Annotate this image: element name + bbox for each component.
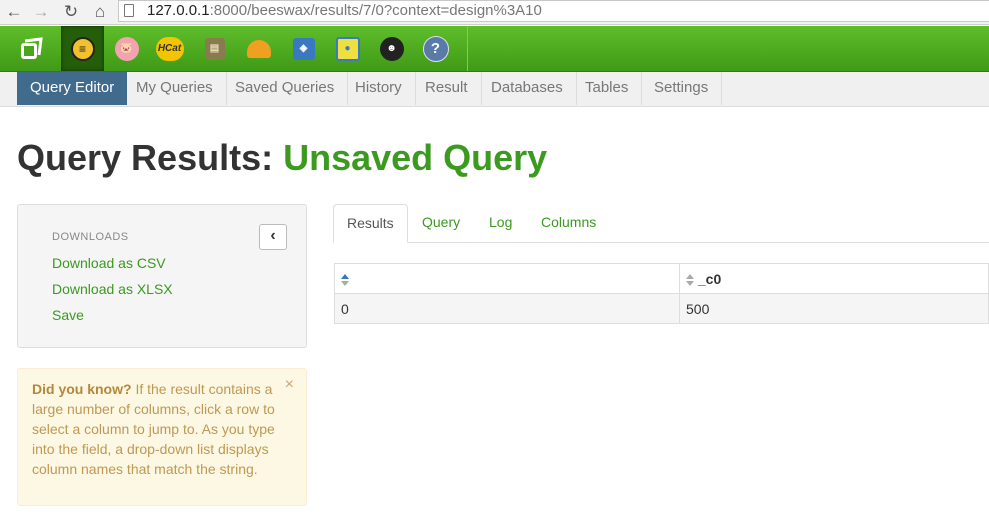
table-cell: 500 [679,293,989,324]
did-you-know-tip: Did you know? If the result contains a l… [17,368,307,506]
nav-result[interactable]: Result [412,72,482,105]
column-header-c0[interactable]: _c0 [679,263,989,294]
oozie-icon[interactable]: ● [326,26,369,71]
url-host: 127.0.0.1 [147,2,210,19]
nav-tables[interactable]: Tables [572,72,643,105]
nav-settings[interactable]: Settings [641,72,723,105]
job-designer-icon[interactable] [237,26,280,71]
job-browser-icon[interactable]: ◈ [282,26,325,71]
column-header-label: _c0 [697,270,722,287]
nav-my-queries[interactable]: My Queries [123,72,227,105]
tab-results[interactable]: Results [333,204,408,243]
page-title: Query Results: Unsaved Query [17,137,547,179]
reload-icon[interactable]: ↻ [61,2,81,22]
table-header-row: _c0 [334,263,989,294]
downloads-panel: DOWNLOADS Download as CSV Download as XL… [17,204,307,348]
download-xlsx-link[interactable]: Download as XLSX [52,281,173,297]
forward-icon[interactable]: → [31,2,51,22]
tip-title: Did you know? [32,381,132,397]
hue-toolbar: ≡ 🐷 HCat ▤ ◈ ● ☻ ? [0,26,989,72]
page-icon [124,4,134,17]
hcatalog-icon[interactable]: HCat [148,26,191,71]
tab-columns[interactable]: Columns [528,204,609,242]
column-header-index[interactable] [334,263,680,294]
pig-icon[interactable]: 🐷 [105,26,148,71]
table-row[interactable]: 0 500 [334,293,989,324]
tab-log[interactable]: Log [476,204,525,242]
user-admin-icon[interactable]: ☻ [370,26,413,71]
page-title-prefix: Query Results: [17,137,274,178]
browser-bar: ← → ↻ ⌂ 127.0.0.1:8000/beeswax/results/7… [0,0,989,25]
result-tabs: Results Query Log Columns [333,204,989,243]
query-name: Unsaved Query [283,137,548,178]
help-icon[interactable]: ? [414,26,457,71]
results-table: _c0 0 500 [334,263,989,324]
address-bar[interactable]: 127.0.0.1:8000/beeswax/results/7/0?conte… [118,0,989,22]
home-icon[interactable]: ⌂ [90,2,110,22]
download-csv-link[interactable]: Download as CSV [52,255,166,271]
table-cell: 0 [334,293,680,324]
chevron-left-icon: ‹ [270,227,276,244]
tab-query[interactable]: Query [409,204,473,242]
beeswax-icon[interactable]: ≡ [61,26,104,71]
downloads-header: DOWNLOADS [52,231,129,243]
collapse-sidebar-button[interactable]: ‹ [259,224,287,250]
sort-icon[interactable] [686,273,694,286]
toolbar-separator [467,26,468,71]
file-browser-icon[interactable]: ▤ [193,26,236,71]
url-path: :8000/beeswax/results/7/0?context=design… [209,2,542,19]
nav-databases[interactable]: Databases [478,72,577,105]
hue-home-icon[interactable] [10,26,53,71]
close-icon[interactable]: × [285,376,294,394]
sort-icon[interactable] [341,273,349,286]
save-link[interactable]: Save [52,307,84,323]
nav-query-editor[interactable]: Query Editor [17,72,128,105]
nav-history[interactable]: History [342,72,416,105]
back-icon[interactable]: ← [4,2,24,22]
sub-navigation: Query Editor My Queries Saved Queries Hi… [0,72,989,107]
url-text: 127.0.0.1:8000/beeswax/results/7/0?conte… [147,2,542,19]
tip-text: Did you know? If the result contains a l… [32,379,277,479]
nav-saved-queries[interactable]: Saved Queries [222,72,349,105]
